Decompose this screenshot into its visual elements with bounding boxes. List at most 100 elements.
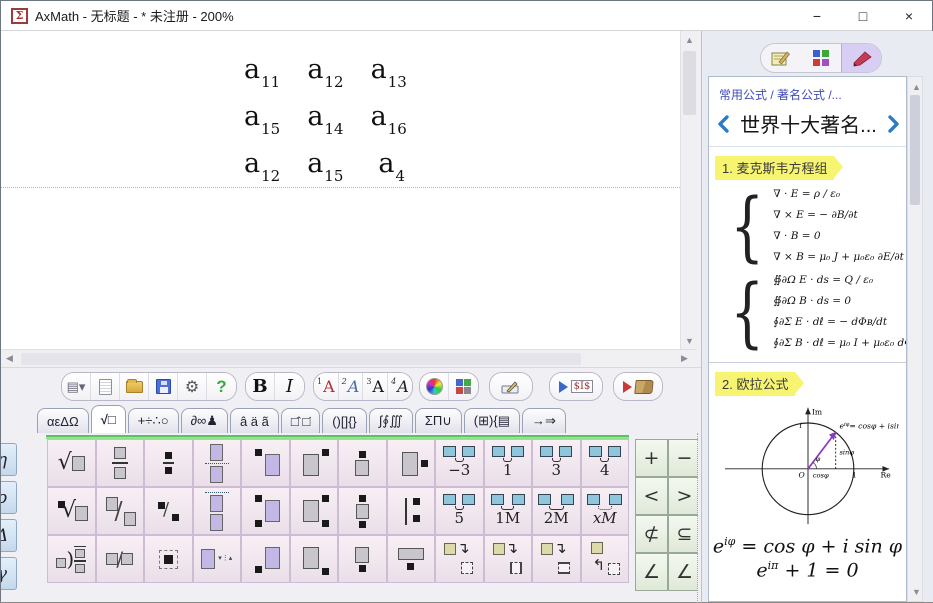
- tpl-pre-subscript[interactable]: [241, 535, 290, 583]
- tpl-nth-root[interactable]: √: [47, 487, 96, 535]
- vertical-scroll-thumb[interactable]: [683, 51, 696, 115]
- bold-button[interactable]: B: [246, 373, 275, 400]
- tpl-fraction[interactable]: [96, 439, 145, 487]
- tab-arrows[interactable]: →⇒: [522, 408, 566, 433]
- breadcrumb[interactable]: 常用公式 / 著名公式 /...: [719, 86, 900, 103]
- tpl-space-4[interactable]: 4: [581, 439, 630, 487]
- tpl-underscript[interactable]: [338, 535, 387, 583]
- tpl-sub-sup[interactable]: [290, 487, 339, 535]
- tpl-space-5[interactable]: 5: [435, 487, 484, 535]
- tpl-space-2em[interactable]: 2M: [532, 487, 581, 535]
- color-wheel-button[interactable]: [420, 373, 449, 400]
- style-2-button[interactable]: 2A: [339, 373, 364, 400]
- tpl-sqrt[interactable]: √: [47, 439, 96, 487]
- tpl-space-1[interactable]: 1: [484, 439, 533, 487]
- tpl-long-division[interactable]: ): [47, 535, 96, 583]
- tpl-space-3[interactable]: 3: [532, 439, 581, 487]
- panel-scrollbar[interactable]: ▲ ▼: [907, 76, 923, 602]
- canvas-vertical-scrollbar[interactable]: ▲ ▼: [680, 31, 697, 349]
- op-angle-cell[interactable]: ∠: [635, 553, 668, 591]
- tpl-jump-next[interactable]: ↴: [435, 535, 484, 583]
- tab-accents[interactable]: â ä ã: [230, 408, 279, 433]
- notes-button[interactable]: [761, 44, 801, 72]
- color-palette-button[interactable]: [449, 373, 478, 400]
- matrix-formula[interactable]: a11 a12 a13 a15 a14 a16 a12 a15 a4: [244, 41, 434, 182]
- tab-integrals[interactable]: ∫∮∭: [369, 408, 413, 433]
- scroll-right-icon[interactable]: ▶: [676, 350, 693, 367]
- scroll-down-icon[interactable]: ▼: [681, 332, 698, 349]
- save-button[interactable]: [149, 373, 178, 400]
- tpl-small-fraction[interactable]: [144, 439, 193, 487]
- tpl-stack-above[interactable]: [193, 439, 242, 487]
- tpl-return-back[interactable]: ↰: [581, 535, 630, 583]
- tpl-inline-division[interactable]: /: [96, 535, 145, 583]
- euler-formula-2[interactable]: eiπ + 1 = 0: [709, 559, 906, 581]
- tpl-space-1em[interactable]: 1M: [484, 487, 533, 535]
- open-library-button[interactable]: [614, 373, 662, 400]
- op-subseteq-cell[interactable]: ⊆: [668, 515, 698, 553]
- op-greater-cell[interactable]: >: [668, 477, 698, 515]
- tab-operators[interactable]: +÷∴○: [128, 408, 179, 433]
- maxwell-differential-formulas[interactable]: { ∇ · E = ρ ∕ ε₀ ∇ × E = − ∂B∕∂t ∇ · B =…: [723, 184, 906, 268]
- tab-fractions-radicals[interactable]: √□: [91, 405, 126, 433]
- tpl-stack-below[interactable]: [193, 487, 242, 535]
- tpl-small-bevel[interactable]: /: [144, 487, 193, 535]
- tpl-space-custom[interactable]: xM: [581, 487, 630, 535]
- horizontal-scroll-thumb[interactable]: [21, 353, 581, 365]
- tpl-bar-sub-sup[interactable]: [387, 487, 436, 535]
- greek-rho-cell[interactable]: ρ: [1, 481, 17, 514]
- euler-diagram[interactable]: Im Re i 1 O φ sinφ cosφ eiφ= cosφ + isin…: [709, 402, 906, 533]
- op-less-cell[interactable]: <: [635, 477, 668, 515]
- maximize-button[interactable]: □: [840, 1, 886, 31]
- canvas-horizontal-scrollbar[interactable]: ◀ ▶: [1, 349, 697, 367]
- tpl-space-neg3[interactable]: −3: [435, 439, 484, 487]
- maxwell-integral-formulas[interactable]: { ∯∂Ω E · ds = Q ∕ ε₀ ∯∂Ω B · ds = 0 ∮∂Σ…: [723, 270, 906, 354]
- op-notsubset-cell[interactable]: ⊄: [635, 515, 668, 553]
- open-button[interactable]: [120, 373, 149, 400]
- tab-big-operators[interactable]: ΣΠ∪: [415, 408, 462, 433]
- tpl-subscript[interactable]: [290, 535, 339, 583]
- op-plus-cell[interactable]: +: [635, 439, 668, 477]
- greek-eta-cell[interactable]: η: [1, 443, 17, 476]
- tpl-jump-vfit[interactable]: ↴: [532, 535, 581, 583]
- greek-gamma-cell[interactable]: γ: [1, 557, 17, 590]
- minimize-button[interactable]: −: [794, 1, 840, 31]
- close-button[interactable]: ×: [886, 1, 932, 31]
- tpl-jump-hfit[interactable]: ↴: [484, 535, 533, 583]
- tpl-pre-sub-sup[interactable]: [241, 487, 290, 535]
- tpl-wide-underscript[interactable]: [387, 535, 436, 583]
- panel-scroll-up-icon[interactable]: ▲: [908, 78, 925, 95]
- menu-button[interactable]: ▤▾: [62, 373, 91, 400]
- scroll-up-icon[interactable]: ▲: [681, 31, 698, 48]
- tpl-over-under[interactable]: [338, 487, 387, 535]
- tab-greek[interactable]: αεΔΩ: [37, 408, 89, 433]
- greek-delta-cell[interactable]: Δ: [1, 519, 17, 552]
- next-collection-icon[interactable]: [887, 115, 900, 133]
- handwriting-button[interactable]: [490, 373, 532, 400]
- op-angle2-cell[interactable]: ∠: [668, 553, 698, 591]
- op-minus-cell[interactable]: −: [668, 439, 698, 477]
- document-canvas[interactable]: a11 a12 a13 a15 a14 a16 a12 a15 a4: [1, 31, 680, 349]
- bookmark-button[interactable]: [841, 44, 881, 72]
- tpl-overscript[interactable]: [338, 439, 387, 487]
- tab-decorations[interactable]: □̂ □̇: [281, 408, 320, 433]
- tab-brackets[interactable]: ()[]{}: [322, 408, 367, 433]
- tab-calculus-misc[interactable]: ∂∞♟: [181, 408, 228, 433]
- new-document-button[interactable]: [91, 373, 120, 400]
- tpl-superscript[interactable]: [290, 439, 339, 487]
- style-1-button[interactable]: 1A: [314, 373, 339, 400]
- panel-scroll-thumb[interactable]: [910, 95, 920, 205]
- categories-button[interactable]: [801, 44, 841, 72]
- settings-button[interactable]: ⚙: [178, 373, 207, 400]
- euler-formula-1[interactable]: eiφ = cos φ + i sin φ: [709, 535, 906, 557]
- scroll-left-icon[interactable]: ◀: [1, 350, 18, 367]
- italic-button[interactable]: I: [275, 373, 304, 400]
- export-tex-button[interactable]: $I$: [550, 373, 602, 400]
- style-4-button[interactable]: 4A: [388, 373, 412, 400]
- help-button[interactable]: ?: [207, 373, 236, 400]
- panel-scroll-down-icon[interactable]: ▼: [908, 583, 925, 600]
- tpl-right-mid-script[interactable]: [387, 439, 436, 487]
- prev-collection-icon[interactable]: [717, 115, 730, 133]
- tpl-bevel-fraction[interactable]: /: [96, 487, 145, 535]
- tab-matrices[interactable]: (⊞){▤: [464, 408, 520, 433]
